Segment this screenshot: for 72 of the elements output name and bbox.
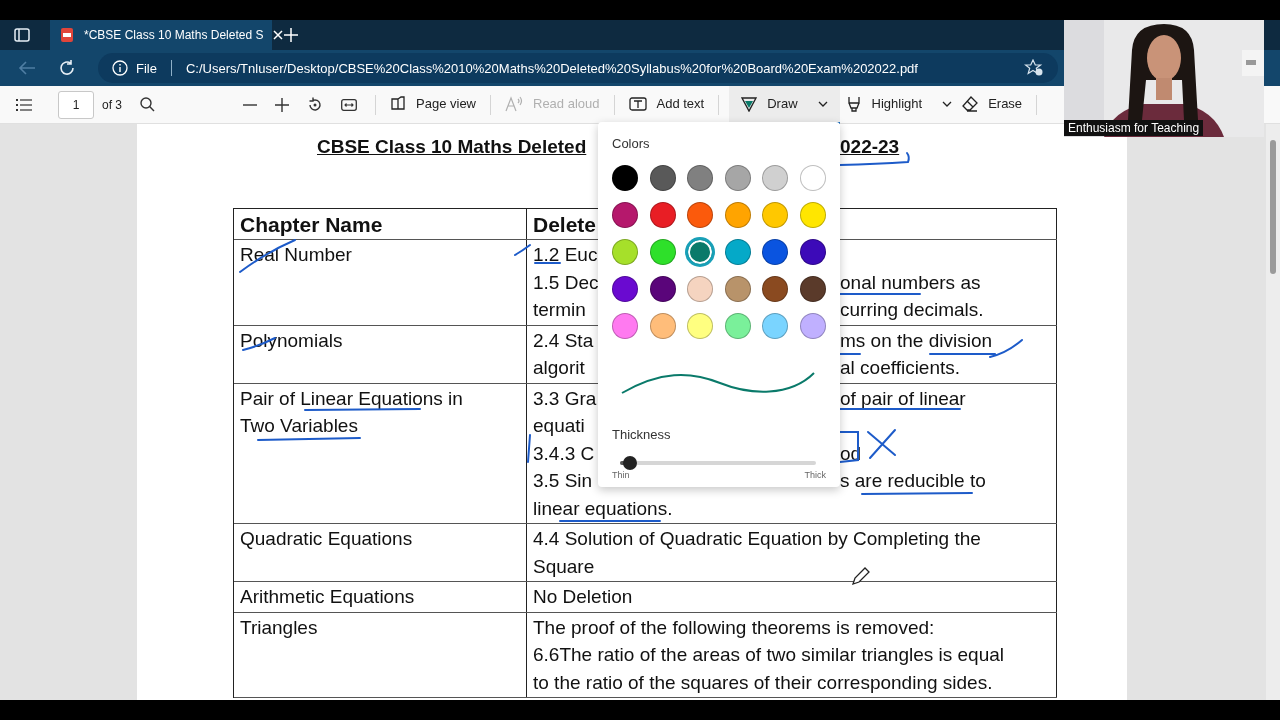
- thickness-label: Thickness: [612, 427, 672, 442]
- toolbar-tool-button[interactable]: Erase: [958, 85, 1027, 124]
- highlighter-icon: [845, 95, 862, 112]
- deleted-topic-text: 6.6The ratio of the areas of two similar triangles is equal: [533, 644, 1004, 665]
- deleted-topic-text: 3.3 Gra: [533, 386, 598, 411]
- chapter-name: Quadratic Equations: [240, 528, 413, 549]
- deleted-topic-text: 1.2 Euc: [533, 244, 598, 265]
- deleted-topic-text: 4.4 Solution of Quadratic Equation by Completing the: [533, 528, 981, 549]
- pen-tip-icon: [741, 95, 758, 112]
- deleted-topic-text: s are reducible to: [840, 469, 987, 493]
- new-tab-icon[interactable]: [284, 28, 298, 42]
- search-icon[interactable]: [140, 97, 155, 112]
- max-label: Thick: [804, 470, 826, 480]
- deleted-topic-text: The proof of the following theorems is removed:: [533, 616, 935, 638]
- scheme-label: File: [136, 60, 157, 76]
- deleted-topic-text: termin: [533, 298, 587, 322]
- color-swatch[interactable]: [687, 239, 713, 265]
- fit-width-icon[interactable]: [341, 98, 357, 111]
- deleted-topic-text: No Deletion: [533, 586, 633, 607]
- url-text: C:/Users/Tnluser/Desktop/CBSE%20Class%2010%20Maths%20Deleted%20Syllabus%20for%20Board%20Exam%202022.pdf: [185, 60, 918, 76]
- eraser-icon: [962, 95, 979, 112]
- deleted-topic-text: al coefficients.: [840, 356, 962, 380]
- deleted-topic-text: 3.4.3 C: [533, 441, 596, 466]
- toolbar-tool-button[interactable]: Highlight: [841, 85, 957, 124]
- pdf-file-icon: [60, 27, 74, 43]
- deleted-topic-text: 3.5 Sin: [533, 469, 594, 493]
- favorite-star-icon[interactable]: [1024, 59, 1044, 77]
- deleted-topic-text: algorit: [533, 356, 586, 380]
- chapter-name: Two Variables: [240, 415, 358, 436]
- slider-thumb[interactable]: [622, 456, 637, 470]
- deleted-topic-text: linear equations.: [533, 497, 673, 519]
- toolbar-tool-button[interactable]: Add text: [624, 85, 709, 124]
- scrollbar-thumb[interactable]: [1270, 140, 1276, 274]
- deleted-topic-text: Square: [533, 555, 595, 577]
- thickness-slider[interactable]: [620, 456, 816, 470]
- refresh-icon[interactable]: [58, 59, 76, 77]
- deleted-topic-text: 1.5 Dec: [533, 270, 598, 295]
- contents-list-icon[interactable]: [16, 98, 32, 111]
- deleted-topic-text: ms on the division: [840, 328, 994, 353]
- deleted-topic-text: 2.4 Sta: [533, 328, 595, 353]
- column-header: Chapter Name: [240, 213, 383, 236]
- caret-icon[interactable]: [817, 100, 828, 107]
- menu-heading: Colors: [612, 136, 651, 151]
- document-title: CBSE Class 10 Maths Deleted: [317, 136, 588, 158]
- tab-actions-icon[interactable]: [14, 28, 30, 42]
- deleted-topic-text: equati: [533, 415, 585, 436]
- page-count: of 3: [102, 97, 122, 112]
- document-title: 022-23: [840, 136, 901, 158]
- deleted-topic-text: of pair of linear: [840, 386, 967, 411]
- tab-title: *CBSE Class 10 Maths Deleted S: [84, 28, 264, 42]
- chapter-name: Arithmetic Equations: [240, 586, 415, 607]
- page-view-icon: [390, 95, 406, 112]
- deleted-topic-text: onal numbers as: [840, 270, 982, 295]
- read-aloud-icon: [505, 95, 523, 112]
- pencil-cursor-icon: [851, 566, 871, 586]
- toolbar-tool-button[interactable]: Page view: [386, 85, 480, 124]
- caret-icon[interactable]: [942, 100, 953, 107]
- min-label: Thin: [612, 470, 630, 480]
- chapter-name: Triangles: [240, 616, 318, 638]
- rotate-icon[interactable]: [307, 96, 323, 113]
- close-icon[interactable]: [273, 30, 284, 40]
- toolbar-tool-button[interactable]: Draw: [729, 85, 840, 124]
- text-box-icon: [628, 96, 647, 111]
- info-icon[interactable]: [112, 60, 128, 76]
- chapter-name: Pair of Linear Equations in: [240, 387, 463, 409]
- webcam-caption: Enthusiasm for Teaching: [1064, 120, 1204, 136]
- page-number-field[interactable]: 1: [58, 90, 94, 119]
- zoom-in-icon[interactable]: [275, 97, 289, 112]
- column-header: Delete: [533, 213, 597, 236]
- deleted-topic-text: curring decimals.: [840, 298, 985, 322]
- deleted-topic-text: to the ratio of the squares of their corresponding sides.: [533, 671, 993, 693]
- address-field[interactable]: File C:/Users/Tnluser/Desktop/CBSE%20Class%2010%20Maths%20Deleted%20Syllabus%20for%20Board%20Exam%202022.pdf: [98, 53, 1058, 83]
